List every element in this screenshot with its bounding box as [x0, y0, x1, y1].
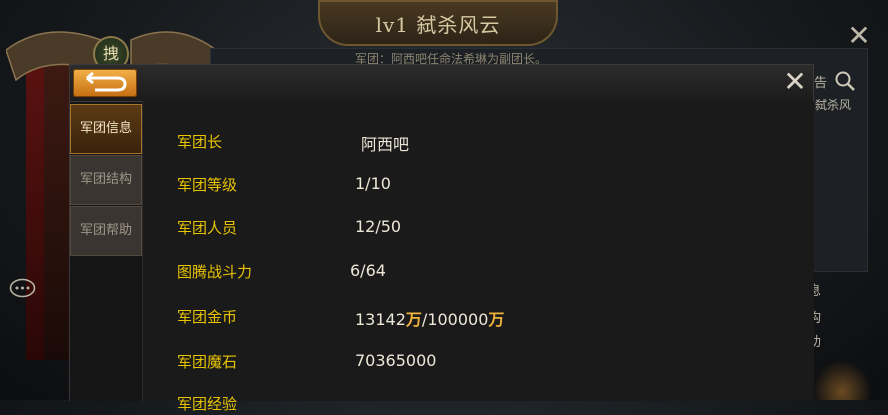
- guild-name-partial: 弑杀风: [815, 98, 852, 112]
- tab-guild-help[interactable]: 军团帮助: [70, 206, 142, 256]
- gold-max: /100000: [421, 310, 489, 329]
- row-value: 6/64: [350, 261, 386, 280]
- row-value: 13142万/100000万: [355, 306, 504, 330]
- search-icon[interactable]: [834, 70, 856, 92]
- tab-guild-info[interactable]: 军团信息: [70, 104, 142, 154]
- unit-wan: 万: [405, 310, 422, 329]
- gold-current: 13142: [355, 310, 406, 329]
- row-label: 军团等级: [177, 176, 238, 194]
- row-value: 12/50: [355, 217, 402, 236]
- row-label: 军团长: [177, 133, 223, 151]
- row-label: 军团魔石: [177, 353, 238, 371]
- row-label: 军团经验: [177, 395, 238, 413]
- announcement-label: 告: [814, 76, 828, 91]
- unit-wan: 万: [488, 310, 505, 329]
- decorative-banner: [44, 60, 72, 360]
- row-value: 1/10: [355, 174, 391, 193]
- dialog-header: ✕: [70, 65, 813, 102]
- row-value: 阿西吧: [361, 135, 410, 154]
- side-tabs: 军团信息 军团结构 军团帮助: [70, 101, 148, 401]
- row-value: 70365000: [355, 351, 437, 370]
- row-label: 军团金币: [177, 308, 238, 326]
- return-arrow-icon: [86, 71, 127, 92]
- row-label: 图腾战斗力: [177, 263, 253, 281]
- chat-icon[interactable]: [9, 278, 36, 300]
- guild-info-content: 军团长 阿西吧 军团等级 1/10 军团人员 12/50 图腾战斗力 6/64 …: [142, 101, 814, 413]
- guild-title: lv1 弑杀风云: [375, 13, 501, 37]
- guild-info-dialog: ✕ 军团信息 军团结构 军团帮助 军团长 阿西吧 军团等级 1/10 军团人员 …: [69, 64, 814, 413]
- decorative-tassel: [26, 60, 44, 360]
- decorative-flame: [812, 360, 872, 400]
- back-button[interactable]: [73, 69, 137, 97]
- close-icon[interactable]: ✕: [782, 68, 808, 96]
- row-label: 军团人员: [177, 219, 238, 237]
- close-icon[interactable]: ✕: [846, 22, 872, 50]
- tab-guild-structure[interactable]: 军团结构: [70, 155, 142, 205]
